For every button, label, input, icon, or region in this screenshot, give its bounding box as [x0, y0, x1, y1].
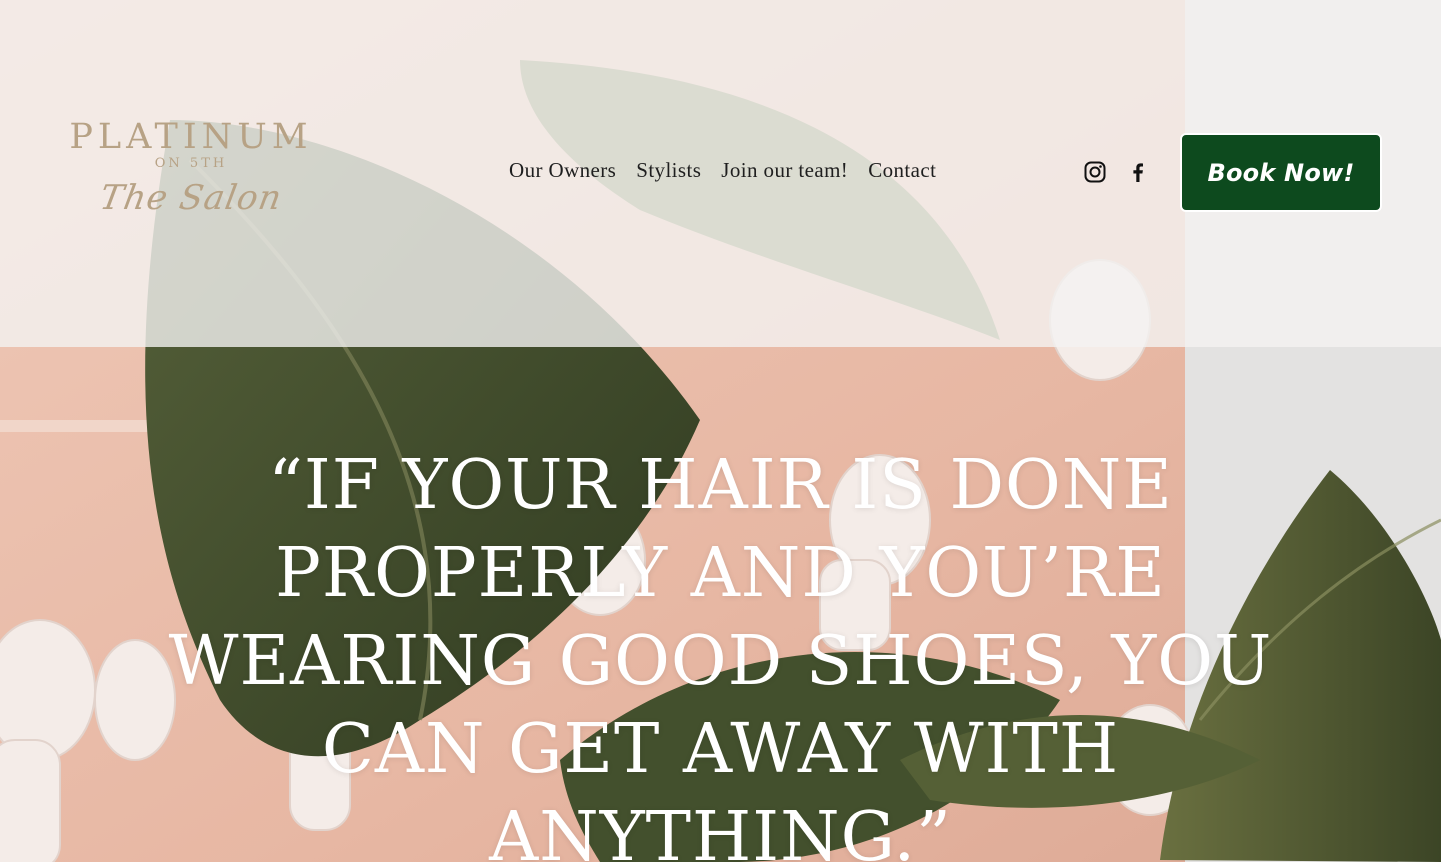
site-header: PLATINUM ON 5TH The Salon Our Owners Sty…	[0, 0, 1441, 347]
hero-quote: “If your hair is done properly and you’r…	[168, 446, 1273, 862]
instagram-icon[interactable]	[1083, 160, 1107, 184]
logo-sub-text: ON 5TH	[154, 156, 228, 171]
book-now-button[interactable]: Book Now!	[1180, 133, 1382, 212]
logo-brand-text: PLATINUM	[69, 117, 313, 157]
facebook-icon[interactable]	[1126, 160, 1150, 184]
nav-item-our-owners[interactable]: Our Owners	[509, 158, 616, 183]
nav-item-contact[interactable]: Contact	[868, 158, 936, 183]
nav-item-join-our-team[interactable]: Join our team!	[721, 158, 848, 183]
main-nav: Our Owners Stylists Join our team! Conta…	[509, 158, 936, 183]
logo-script-text: The Salon	[96, 178, 286, 218]
nav-item-stylists[interactable]: Stylists	[636, 158, 701, 183]
salon-logo[interactable]: PLATINUM ON 5TH The Salon	[62, 118, 320, 242]
hero-section: PLATINUM ON 5TH The Salon Our Owners Sty…	[0, 0, 1441, 862]
